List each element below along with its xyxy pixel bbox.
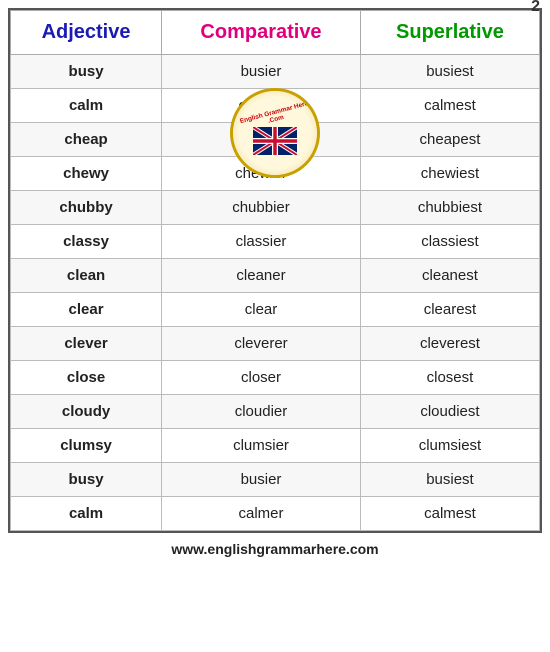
page-number-badge: 2 [531, 0, 540, 16]
cell-adjective: clear [11, 293, 162, 327]
cell-superlative: cleanest [360, 259, 539, 293]
table-row: chubbychubbierchubbiest [11, 191, 540, 225]
table-row: calmcalmercalmest [11, 497, 540, 531]
cell-comparative: cloudier [162, 395, 361, 429]
cell-comparative: cleverer [162, 327, 361, 361]
cell-comparative: closer [162, 361, 361, 395]
cell-adjective: calm [11, 497, 162, 531]
header-adjective: Adjective [11, 11, 162, 55]
cell-superlative: busiest [360, 55, 539, 89]
table-row: busybusierbusiest [11, 463, 540, 497]
table-container: English Grammar Here .Com Adjective Comp… [8, 8, 542, 533]
cell-comparative: clear [162, 293, 361, 327]
header-superlative: Superlative 2 [360, 11, 539, 55]
cell-adjective: calm [11, 89, 162, 123]
cell-superlative: calmest [360, 89, 539, 123]
cell-comparative: cleaner [162, 259, 361, 293]
cell-adjective: chubby [11, 191, 162, 225]
cell-adjective: cheap [11, 123, 162, 157]
cell-superlative: classiest [360, 225, 539, 259]
cell-comparative: calmer [162, 497, 361, 531]
cell-superlative: busiest [360, 463, 539, 497]
header-comparative: Comparative [162, 11, 361, 55]
cell-adjective: clever [11, 327, 162, 361]
cell-adjective: close [11, 361, 162, 395]
cell-superlative: clumsiest [360, 429, 539, 463]
logo-inner: English Grammar Here .Com [233, 91, 317, 175]
cell-superlative: clearest [360, 293, 539, 327]
cell-adjective: clean [11, 259, 162, 293]
cell-adjective: busy [11, 463, 162, 497]
cell-adjective: busy [11, 55, 162, 89]
adjective-table-wrapper: Adjective Comparative Superlative 2 busy… [8, 8, 542, 533]
table-row: cleancleanercleanest [11, 259, 540, 293]
table-row: busybusierbusiest [11, 55, 540, 89]
table-row: cloudycloudiercloudiest [11, 395, 540, 429]
table-row: clevercleverercleverest [11, 327, 540, 361]
table-header-row: Adjective Comparative Superlative 2 [11, 11, 540, 55]
table-row: clearclearclearest [11, 293, 540, 327]
cell-adjective: cloudy [11, 395, 162, 429]
table-row: clumsyclumsierclumsiest [11, 429, 540, 463]
cell-comparative: chubbier [162, 191, 361, 225]
cell-comparative: busier [162, 463, 361, 497]
cell-superlative: cleverest [360, 327, 539, 361]
cell-comparative: clumsier [162, 429, 361, 463]
cell-superlative: closest [360, 361, 539, 395]
cell-superlative: calmest [360, 497, 539, 531]
cell-superlative: cheapest [360, 123, 539, 157]
cell-adjective: clumsy [11, 429, 162, 463]
table-row: closecloserclosest [11, 361, 540, 395]
footer-url: www.englishgrammarhere.com [171, 541, 378, 557]
cell-superlative: chubbiest [360, 191, 539, 225]
cell-adjective: classy [11, 225, 162, 259]
cell-adjective: chewy [11, 157, 162, 191]
uk-flag-icon [253, 127, 297, 155]
cell-superlative: chewiest [360, 157, 539, 191]
table-row: classyclassierclassiest [11, 225, 540, 259]
logo-overlay: English Grammar Here .Com [230, 88, 320, 178]
cell-comparative: busier [162, 55, 361, 89]
cell-superlative: cloudiest [360, 395, 539, 429]
cell-comparative: classier [162, 225, 361, 259]
